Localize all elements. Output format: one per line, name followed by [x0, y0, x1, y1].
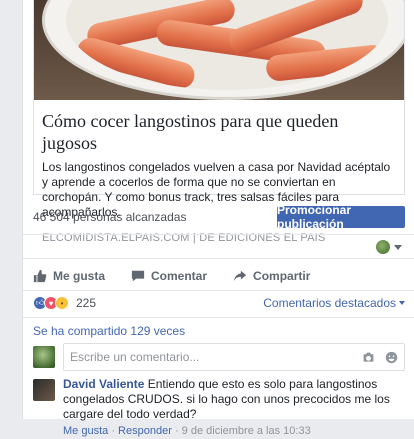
link-preview[interactable]: Cómo cocer langostinos para que queden j… [33, 0, 405, 244]
page-avatar [376, 240, 390, 254]
comment-sort-dropdown[interactable]: Comentarios destacados [263, 296, 405, 310]
share-button[interactable]: Compartir [233, 269, 310, 283]
article-image[interactable] [34, 0, 404, 100]
reach-count[interactable]: 46 504 personas alcanzadas [33, 210, 186, 224]
wow-reaction-icon: • [55, 296, 69, 310]
comment-like-link[interactable]: Me gusta [63, 425, 108, 437]
comment-icon [131, 270, 145, 282]
share-count-link[interactable]: Se ha compartido 129 veces [33, 324, 185, 338]
comment-item: David Valiente Entiendo que esto es solo… [33, 377, 405, 439]
comment-composer: Escribe un comentario... [33, 343, 405, 371]
camera-icon[interactable] [362, 351, 375, 364]
comment-input[interactable]: Escribe un comentario... [63, 343, 405, 371]
comment-author[interactable]: David Valiente [63, 377, 144, 391]
comment-reply-link[interactable]: Responder [118, 425, 172, 437]
article-title[interactable]: Cómo cocer langostinos para que queden j… [42, 110, 396, 154]
reaction-count: 225 [76, 296, 97, 310]
like-button[interactable]: Me gusta [33, 269, 105, 283]
promote-button[interactable]: Promocionar publicación [277, 203, 405, 231]
thumbs-up-icon [33, 269, 47, 283]
smiley-icon[interactable] [385, 351, 398, 364]
reaction-summary[interactable]: 👍︎ ♥ • 225 [33, 296, 96, 310]
avatar [33, 346, 55, 368]
comment-meta: Me gusta · Responder · 9 de diciembre a … [63, 425, 311, 437]
comment-button[interactable]: Comentar [131, 269, 207, 283]
reach-row: 46 504 personas alcanzadas Promocionar p… [33, 203, 405, 231]
post-actions: Me gusta Comentar Compartir [33, 262, 405, 290]
chevron-down-icon [399, 301, 405, 305]
chevron-down-icon [394, 244, 402, 250]
comment-timestamp[interactable]: 9 de diciembre a las 10:33 [182, 425, 311, 437]
avatar[interactable] [33, 379, 55, 401]
post-card: Cómo cocer langostinos para que queden j… [22, 0, 414, 437]
share-arrow-icon [233, 270, 247, 282]
reactions-row: 👍︎ ♥ • 225 Comentarios destacados [33, 294, 405, 312]
post-as-selector[interactable] [376, 240, 402, 254]
